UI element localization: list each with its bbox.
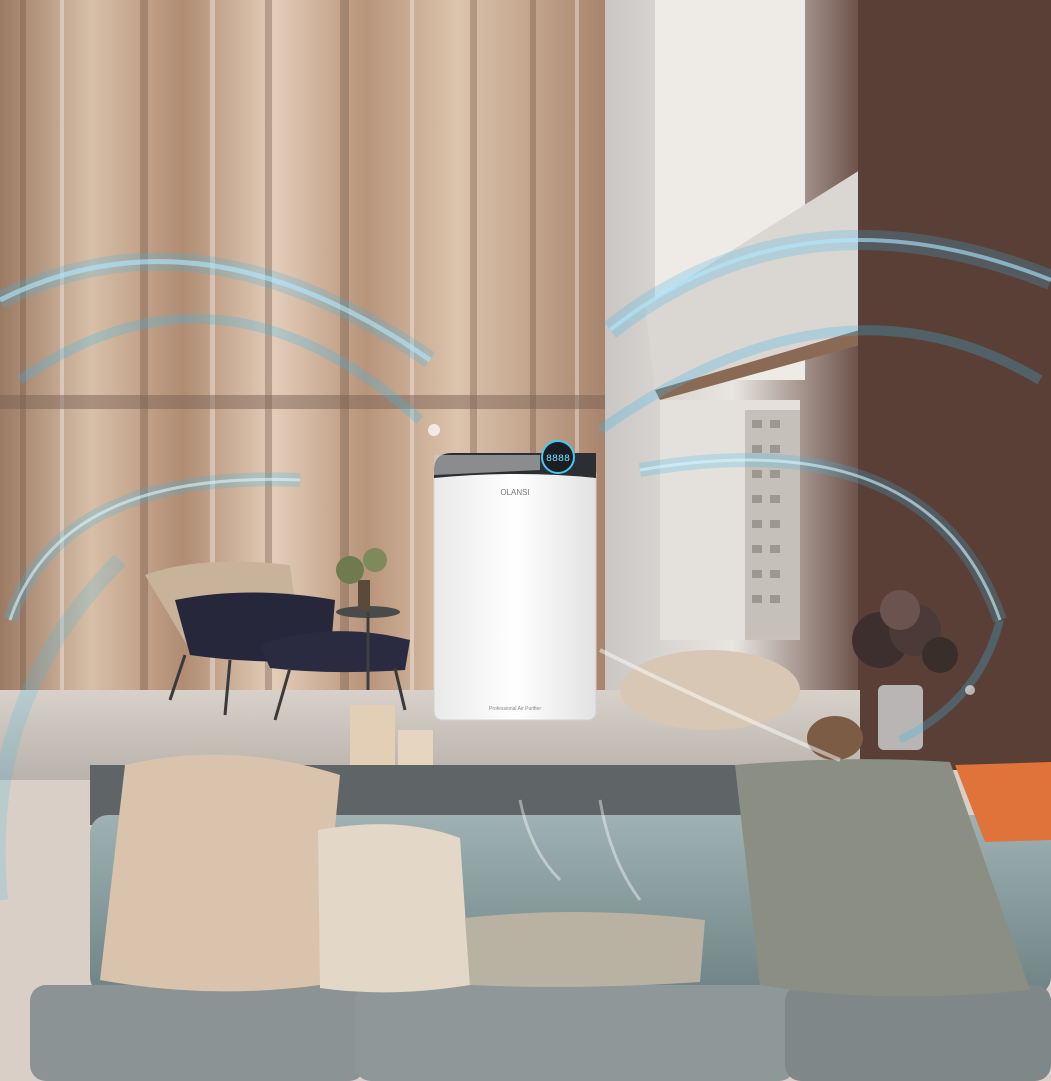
candle-1 — [350, 705, 395, 773]
window-rail — [0, 395, 610, 409]
brand-logo: OLANSI — [500, 488, 529, 497]
air-bubble — [965, 685, 975, 695]
display-readout: 8888 — [546, 454, 570, 465]
pillow-cream — [318, 824, 470, 993]
air-purifier: 8888 OLANSI Professional Air Purifier — [433, 440, 597, 721]
air-bubble — [428, 424, 440, 436]
room-scene: 8888 OLANSI Professional Air Purifier — [0, 0, 1051, 1081]
ottoman — [620, 650, 800, 730]
pillow-beige — [100, 754, 340, 992]
scene-illustration: 8888 OLANSI Professional Air Purifier — [0, 0, 1051, 1081]
building-outside — [745, 410, 800, 640]
pillow-bolster — [465, 911, 705, 987]
model-text: Professional Air Purifier — [489, 706, 541, 712]
